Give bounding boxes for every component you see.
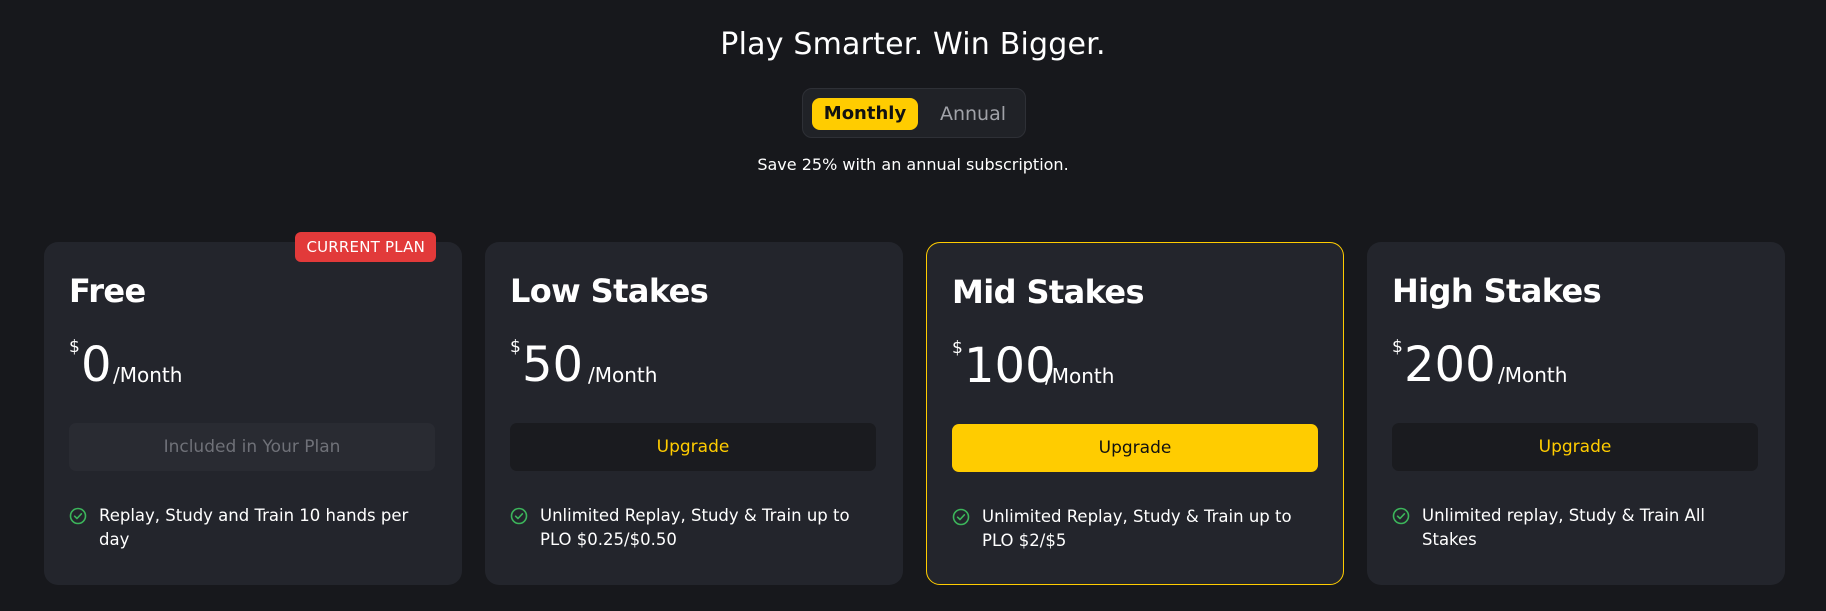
check-circle-icon [1392,507,1410,525]
billing-toggle: Monthly Annual [802,88,1026,138]
annual-savings-note: Save 25% with an annual subscription. [757,155,1069,174]
price-period: /Month [1498,363,1568,387]
toggle-monthly-button[interactable]: Monthly [812,98,918,130]
plan-card-high-stakes: High Stakes $ 200 /Month Upgrade Unlimit… [1367,242,1785,585]
plan-card-low-stakes: Low Stakes $ 50 /Month Upgrade Unlimited… [485,242,903,585]
price-currency: $ [510,337,521,357]
plan-name: Free [69,272,146,310]
price-currency: $ [1392,337,1403,357]
price-amount: 200 [1404,337,1496,393]
upgrade-button[interactable]: Upgrade [510,423,876,471]
included-plan-button: Included in Your Plan [69,423,435,471]
price-period: /Month [1045,364,1115,388]
plan-card-mid-stakes: Mid Stakes $ 100 /Month Upgrade Unlimite… [926,242,1344,585]
price-currency: $ [952,338,963,358]
plan-name: Low Stakes [510,272,709,310]
price-period: /Month [113,363,183,387]
check-circle-icon [510,507,528,525]
current-plan-badge: CURRENT PLAN [295,232,436,262]
plan-name: Mid Stakes [952,273,1145,311]
plan-card-free: CURRENT PLAN Free $ 0 /Month Included in… [44,232,462,585]
page-title: Play Smarter. Win Bigger. [720,27,1106,62]
price-amount: 100 [964,338,1056,394]
feature-text: Replay, Study and Train 10 hands per day [99,506,409,549]
check-circle-icon [69,507,87,525]
price-currency: $ [69,337,80,357]
price-amount: 50 [522,337,584,393]
upgrade-button[interactable]: Upgrade [952,424,1318,472]
plan-name: High Stakes [1392,272,1602,310]
price-amount: 0 [81,337,112,393]
feature-text: Unlimited Replay, Study & Train up to PL… [982,507,1292,550]
toggle-annual-button[interactable]: Annual [928,98,1018,130]
price-period: /Month [588,363,658,387]
upgrade-button[interactable]: Upgrade [1392,423,1758,471]
feature-text: Unlimited Replay, Study & Train up to PL… [540,506,850,549]
feature-text: Unlimited replay, Study & Train All Stak… [1422,506,1705,549]
check-circle-icon [952,508,970,526]
